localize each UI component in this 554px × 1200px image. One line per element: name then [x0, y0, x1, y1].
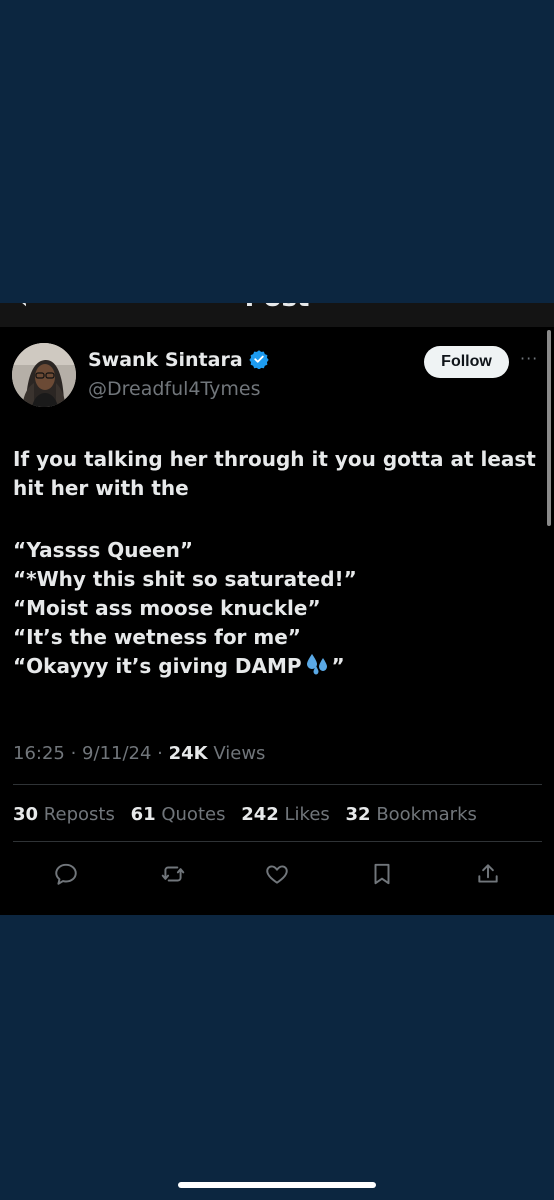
- post-panel: ‹ Post Swank Sintara @Dreadful4Tymes Fol…: [0, 303, 554, 915]
- divider: [13, 841, 542, 842]
- likes-stat[interactable]: 242 Likes: [241, 804, 330, 825]
- author-name[interactable]: Swank Sintara: [88, 348, 269, 372]
- more-options-icon[interactable]: ···: [520, 349, 538, 368]
- views-count[interactable]: 24K: [169, 743, 208, 764]
- post-time[interactable]: 16:25: [13, 743, 65, 764]
- views-label[interactable]: Views: [208, 743, 265, 764]
- post-line: If you talking her through it you gotta …: [13, 447, 536, 500]
- verified-badge-icon: [248, 350, 269, 369]
- post-quote-3: “Moist ass moose knuckle”: [13, 596, 321, 620]
- author-handle[interactable]: @Dreadful4Tymes: [88, 377, 261, 401]
- avatar[interactable]: [12, 343, 76, 407]
- reposts-stat[interactable]: 30 Reposts: [13, 804, 115, 825]
- like-icon[interactable]: [264, 861, 290, 887]
- reply-icon[interactable]: [53, 861, 79, 887]
- reposts-count: 30: [13, 804, 39, 825]
- avatar-image: [12, 343, 76, 407]
- bookmarks-label: Bookmarks: [376, 804, 477, 825]
- quotes-count: 61: [130, 804, 156, 825]
- header-title: Post: [0, 303, 554, 311]
- repost-icon[interactable]: [160, 861, 186, 887]
- post-quote-2: “*Why this shit so saturated!”: [13, 567, 357, 591]
- post-quote-4: “It’s the wetness for me”: [13, 625, 301, 649]
- bookmarks-stat[interactable]: 32 Bookmarks: [346, 804, 477, 825]
- header-bar: ‹ Post: [0, 303, 554, 327]
- post-meta: 16:25 · 9/11/24 · 24K Views: [13, 742, 265, 766]
- share-icon[interactable]: [475, 861, 501, 887]
- post-quote-5-text: “Okayyy it’s giving DAMP: [13, 654, 302, 678]
- post-quote-5-end: ”: [331, 654, 345, 678]
- engagement-stats: 30 Reposts 61 Quotes 242 Likes 32 Bookma…: [13, 803, 487, 827]
- post-date[interactable]: 9/11/24: [82, 743, 151, 764]
- meta-separator: ·: [64, 743, 83, 764]
- follow-button[interactable]: Follow: [424, 346, 509, 378]
- sweat-droplets-icon: [306, 654, 327, 675]
- bookmark-icon[interactable]: [369, 861, 395, 887]
- post-quote-1: “Yassss Queen”: [13, 538, 193, 562]
- meta-separator: ·: [151, 743, 169, 764]
- home-indicator[interactable]: [178, 1182, 376, 1188]
- divider: [13, 784, 542, 785]
- likes-count: 242: [241, 804, 279, 825]
- author-name-text: Swank Sintara: [88, 349, 243, 371]
- quotes-stat[interactable]: 61 Quotes: [131, 804, 226, 825]
- post-quote-5: “Okayyy it’s giving DAMP ”: [13, 652, 548, 681]
- reposts-label: Reposts: [43, 804, 115, 825]
- likes-label: Likes: [284, 804, 330, 825]
- post-text: If you talking her through it you gotta …: [13, 445, 548, 681]
- bookmarks-count: 32: [345, 804, 371, 825]
- quotes-label: Quotes: [161, 804, 226, 825]
